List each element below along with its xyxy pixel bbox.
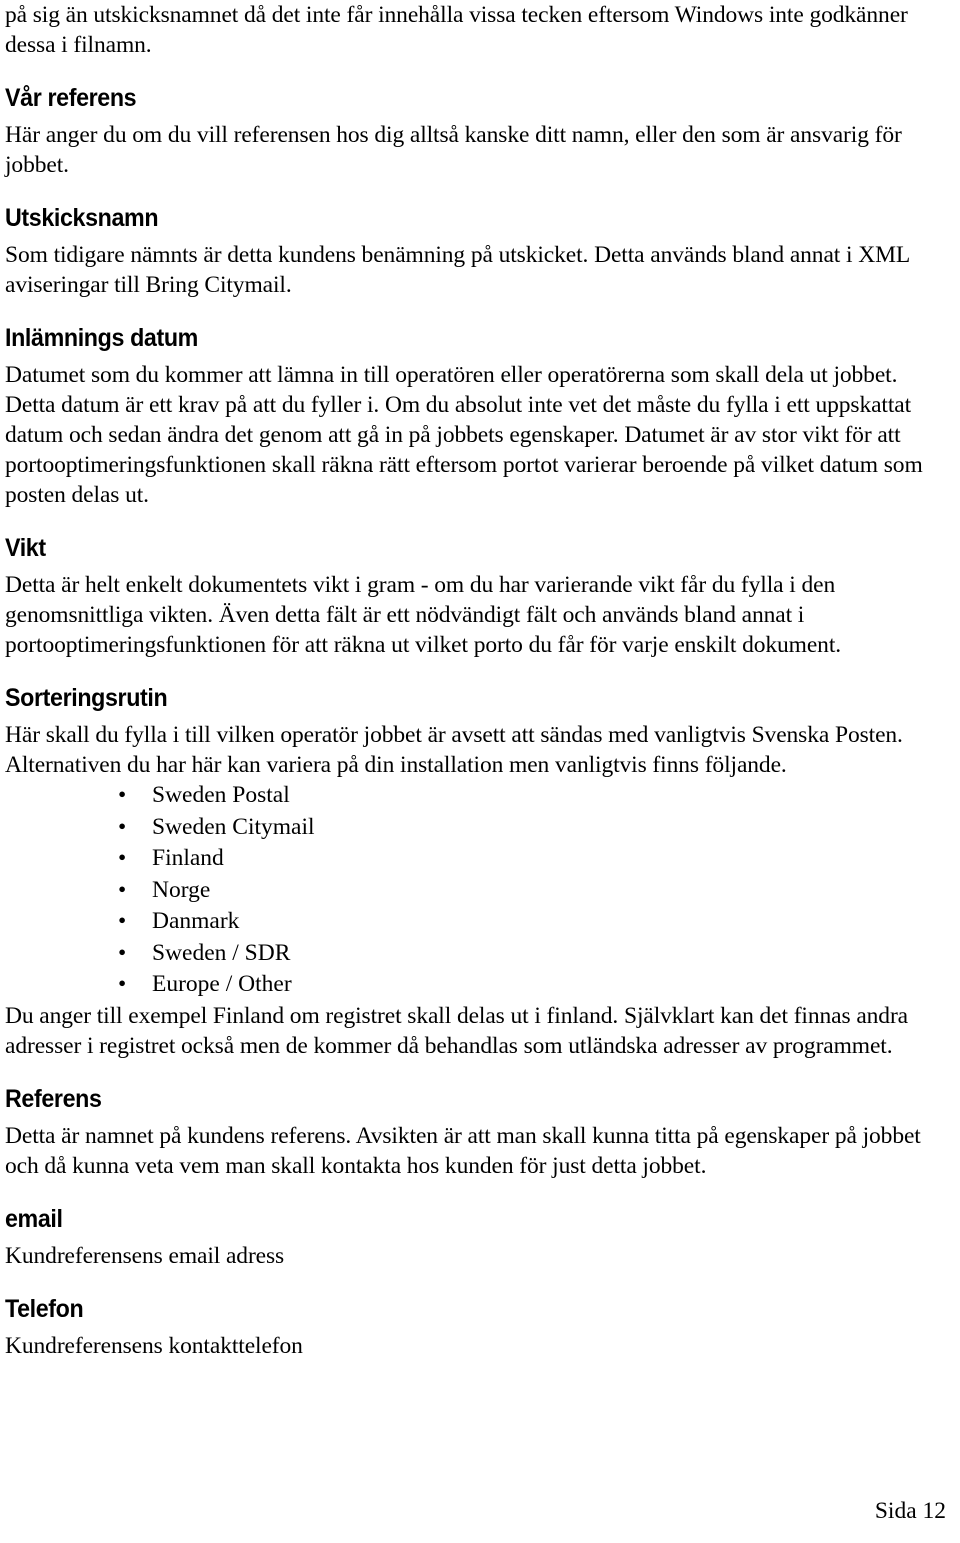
paragraph-inlamnings-datum: Datumet som du kommer att lämna in till … [5, 362, 923, 508]
sorteringsrutin-options-list: • Sweden Postal • Sweden Citymail • Finl… [5, 780, 947, 1001]
heading-utskicksnamn: Utskicksnamn [5, 204, 159, 232]
list-item: • Sweden Postal [5, 780, 947, 812]
bullet-icon: • [118, 939, 127, 966]
bullet-icon: • [118, 782, 127, 808]
paragraph-sorteringsrutin-after-list: Du anger till exempel Finland om registr… [5, 1002, 909, 1059]
paragraph-var-referens: Här anger du om du vill referensen hos d… [5, 122, 902, 178]
heading-inlamnings-datum: Inlämnings datum [5, 324, 198, 352]
heading-telefon: Telefon [5, 1294, 84, 1323]
list-item-label: Sweden Citymail [152, 813, 315, 840]
intro-paragraph: på sig än utskicksnamnet då det inte får… [5, 2, 908, 58]
heading-referens: Referens [5, 1084, 102, 1113]
list-item: • Danmark [5, 906, 947, 938]
list-item-label: Danmark [152, 908, 240, 934]
list-item: • Finland [5, 843, 947, 875]
bullet-icon: • [118, 908, 127, 934]
list-item-label: Finland [152, 845, 224, 871]
list-item: • Sweden Citymail [5, 812, 947, 844]
list-item: • Sweden / SDR [5, 938, 947, 970]
heading-vikt: Vikt [5, 534, 46, 562]
bullet-icon: • [118, 845, 127, 871]
paragraph-email: Kundreferensens email adress [5, 1242, 285, 1269]
document-content: på sig än utskicksnamnet då det inte får… [5, 0, 947, 1361]
document-page: på sig än utskicksnamnet då det inte får… [0, 0, 960, 1543]
paragraph-utskicksnamn: Som tidigare nämnts är detta kundens ben… [5, 242, 910, 298]
paragraph-sorteringsrutin: Här skall du fylla i till vilken operatö… [5, 722, 903, 778]
paragraph-referens: Detta är namnet på kundens referens. Avs… [5, 1122, 921, 1179]
list-item-label: Sweden / SDR [152, 939, 291, 966]
bullet-icon: • [118, 813, 127, 840]
heading-var-referens: Vår referens [5, 84, 137, 112]
list-item: • Europe / Other [5, 969, 947, 1001]
list-item-label: Norge [152, 876, 211, 903]
bullet-icon: • [118, 971, 127, 997]
page-number-footer: Sida 12 [874, 1498, 946, 1524]
list-item-label: Europe / Other [152, 971, 292, 997]
paragraph-vikt: Detta är helt enkelt dokumentets vikt i … [5, 572, 842, 658]
list-item: • Norge [5, 875, 947, 907]
paragraph-telefon: Kundreferensens kontakttelefon [5, 1332, 303, 1359]
bullet-icon: • [118, 876, 127, 903]
heading-sorteringsrutin: Sorteringsrutin [5, 684, 168, 712]
heading-email: email [5, 1204, 63, 1233]
list-item-label: Sweden Postal [152, 782, 290, 808]
